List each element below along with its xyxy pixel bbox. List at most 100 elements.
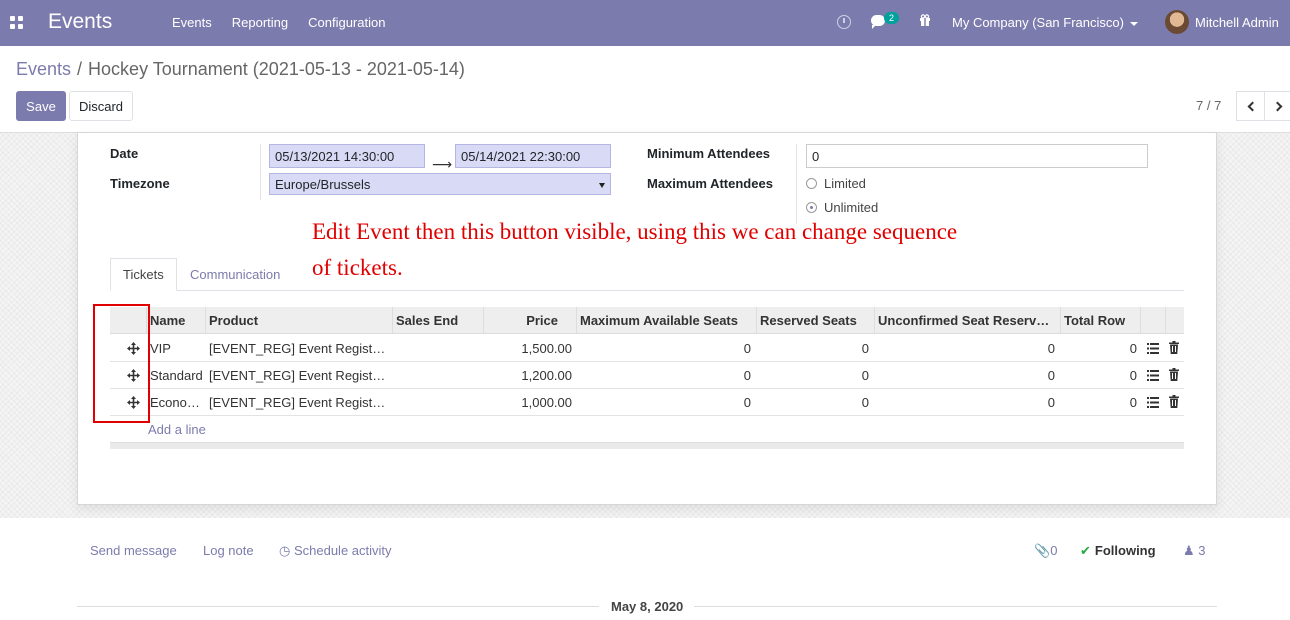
seats-unlimited-label: Unlimited — [824, 200, 879, 215]
tab-tickets[interactable]: Tickets — [110, 258, 177, 291]
pager-next-button[interactable] — [1264, 91, 1290, 121]
cell-unconfirmed-seats[interactable]: 0 — [875, 335, 1061, 362]
chevron-left-icon — [1247, 101, 1257, 111]
cell-reserved-seats[interactable]: 0 — [757, 335, 875, 362]
column-header-max-seats[interactable]: Maximum Available Seats — [577, 307, 757, 334]
main-menu: Events Reporting Configuration — [172, 15, 385, 30]
breadcrumb-events-link[interactable]: Events — [16, 59, 71, 79]
user-icon: ♟ — [1183, 543, 1195, 558]
add-line-link[interactable]: Add a line — [148, 422, 206, 437]
cell-sales-end[interactable] — [393, 362, 484, 389]
cell-max-seats[interactable]: 0 — [577, 335, 757, 362]
cell-total-row[interactable]: 0 — [1061, 362, 1141, 389]
clock-icon: ◷ — [279, 543, 291, 558]
min-attendees-field[interactable]: 0 — [806, 144, 1148, 168]
column-header-price[interactable]: Price — [484, 307, 577, 334]
following-button[interactable]: ✔ Following — [1080, 543, 1156, 559]
cell-price[interactable]: 1,200.00 — [484, 362, 577, 389]
list-icon[interactable] — [1147, 343, 1159, 354]
column-header-total-row[interactable]: Total Row — [1061, 307, 1141, 334]
date-begin-field[interactable]: 05/13/2021 14:30:00 — [269, 144, 425, 168]
company-name: My Company (San Francisco) — [952, 15, 1124, 30]
column-header-empty — [1141, 307, 1166, 334]
cell-name[interactable]: Standard — [147, 362, 206, 389]
pager-value[interactable]: 7 / 7 — [1196, 98, 1221, 113]
activity-clock-icon[interactable] — [837, 15, 851, 29]
cell-unconfirmed-seats[interactable]: 0 — [875, 362, 1061, 389]
tab-communication[interactable]: Communication — [178, 258, 292, 291]
cell-price[interactable]: 1,000.00 — [484, 389, 577, 416]
list-icon[interactable] — [1147, 397, 1159, 408]
trash-icon[interactable] — [1169, 341, 1179, 354]
column-header-product[interactable]: Product — [206, 307, 393, 334]
date-label: Date — [110, 146, 139, 161]
column-header-name[interactable]: Name — [147, 307, 206, 334]
cell-product[interactable]: [EVENT_REG] Event Regist… — [206, 389, 393, 416]
discard-button[interactable]: Discard — [69, 91, 133, 121]
followers-button[interactable]: ♟ 3 — [1183, 543, 1206, 559]
followers-count: 3 — [1198, 543, 1206, 558]
seats-unlimited-radio[interactable]: Unlimited — [806, 200, 878, 215]
cell-total-row[interactable]: 0 — [1061, 389, 1141, 416]
log-note-button[interactable]: Log note — [203, 543, 254, 558]
pager-previous-button[interactable] — [1236, 91, 1265, 121]
column-header-empty — [1166, 307, 1184, 334]
cell-unconfirmed-seats[interactable]: 0 — [875, 389, 1061, 416]
cell-max-seats[interactable]: 0 — [577, 389, 757, 416]
messaging-icon[interactable] — [871, 15, 885, 29]
gift-icon[interactable] — [919, 14, 931, 26]
paperclip-icon: 📎 — [1034, 543, 1051, 558]
table-header: Name Product Sales End Price Maximum Ava… — [110, 307, 1184, 334]
timezone-select[interactable]: Europe/Brussels — [269, 173, 611, 195]
column-header-unconfirmed-seats[interactable]: Unconfirmed Seat Reserv… — [875, 307, 1061, 334]
column-header-reserved-seats[interactable]: Reserved Seats — [757, 307, 875, 334]
menu-item-events[interactable]: Events — [172, 15, 212, 30]
annotation-highlight-box — [93, 304, 150, 423]
cell-product[interactable]: [EVENT_REG] Event Regist… — [206, 335, 393, 362]
timezone-label: Timezone — [110, 176, 170, 191]
attachments-count: 0 — [1050, 543, 1058, 558]
schedule-activity-label: Schedule activity — [293, 543, 392, 558]
cell-max-seats[interactable]: 0 — [577, 362, 757, 389]
column-header-sales-end[interactable]: Sales End — [393, 307, 484, 334]
cell-product[interactable]: [EVENT_REG] Event Regist… — [206, 362, 393, 389]
cell-reserved-seats[interactable]: 0 — [757, 362, 875, 389]
table-row[interactable]: VIP [EVENT_REG] Event Regist… 1,500.00 0… — [110, 335, 1184, 362]
chevron-down-icon — [599, 183, 605, 188]
annotation-line-1: Edit Event then this button visible, usi… — [312, 219, 958, 244]
save-button[interactable]: Save — [16, 91, 66, 121]
cell-price[interactable]: 1,500.00 — [484, 335, 577, 362]
message-date-separator: May 8, 2020 — [611, 599, 684, 614]
arrow-right-icon: ⟶ — [432, 156, 453, 172]
breadcrumb: Events / Hockey Tournament (2021-05-13 - 2… — [16, 59, 465, 80]
timezone-value: Europe/Brussels — [275, 177, 371, 192]
menu-item-reporting[interactable]: Reporting — [232, 15, 288, 30]
app-title[interactable]: Events — [48, 10, 112, 34]
cell-sales-end[interactable] — [393, 389, 484, 416]
date-divider-right — [694, 606, 1217, 607]
cell-sales-end[interactable] — [393, 335, 484, 362]
radio-icon — [806, 178, 817, 189]
company-switcher[interactable]: My Company (San Francisco) — [952, 15, 1138, 30]
send-message-button[interactable]: Send message — [90, 543, 177, 558]
cell-name[interactable]: Economy — [147, 389, 206, 416]
table-row[interactable]: Standard [EVENT_REG] Event Regist… 1,200… — [110, 362, 1184, 389]
table-row[interactable]: Economy [EVENT_REG] Event Regist… 1,000.… — [110, 389, 1184, 416]
cell-reserved-seats[interactable]: 0 — [757, 389, 875, 416]
list-icon[interactable] — [1147, 370, 1159, 381]
attachments-button[interactable]: 📎0 — [1034, 543, 1057, 559]
cell-name[interactable]: VIP — [147, 335, 206, 362]
seats-limited-radio[interactable]: Limited — [806, 176, 866, 191]
trash-icon[interactable] — [1169, 395, 1179, 408]
following-label: Following — [1094, 543, 1156, 558]
message-count-badge: 2 — [884, 12, 900, 24]
trash-icon[interactable] — [1169, 368, 1179, 381]
menu-item-configuration[interactable]: Configuration — [308, 15, 385, 30]
cell-total-row[interactable]: 0 — [1061, 335, 1141, 362]
schedule-activity-button[interactable]: ◷ Schedule activity — [279, 543, 392, 559]
apps-menu-icon[interactable] — [10, 16, 23, 29]
min-attendees-label: Minimum Attendees — [647, 146, 771, 161]
user-avatar[interactable] — [1165, 10, 1189, 34]
date-end-field[interactable]: 05/14/2021 22:30:00 — [455, 144, 611, 168]
user-menu[interactable]: Mitchell Admin — [1195, 15, 1279, 30]
